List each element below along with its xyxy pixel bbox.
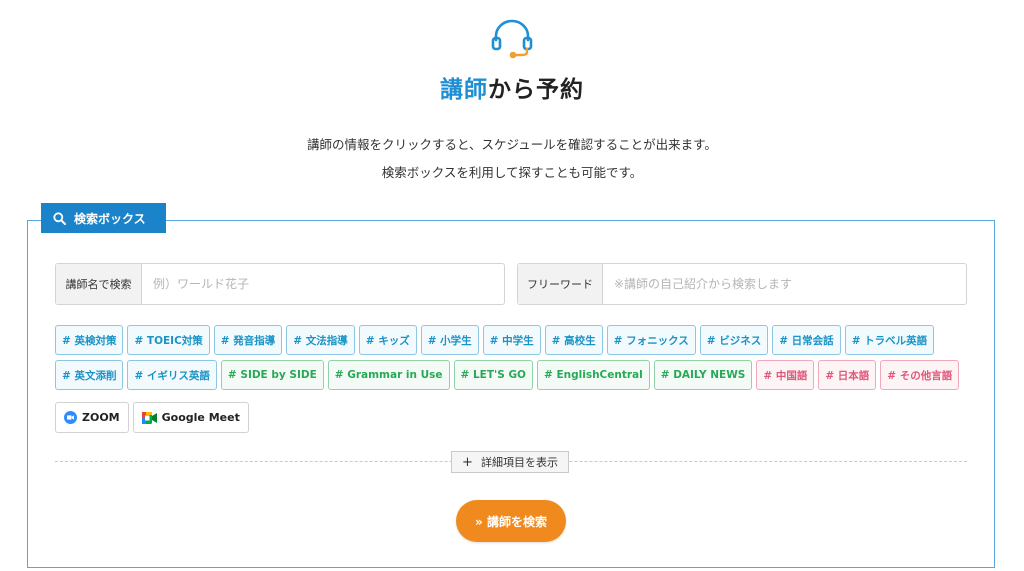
headset-icon — [490, 18, 534, 60]
search-icon — [53, 211, 66, 225]
zoom-button[interactable]: ZOOM — [55, 402, 129, 433]
google-meet-button[interactable]: Google Meet — [132, 402, 249, 433]
textbook-tag-button[interactable]: # DAILY NEWS — [653, 360, 753, 390]
page-title-accent: 講師 — [440, 77, 488, 103]
textbook-tag-button[interactable]: # LET'S GO — [453, 360, 533, 390]
textbook-tag-button[interactable]: # SIDE by SIDE — [220, 360, 324, 390]
search-teacher-button[interactable]: » 講師を検索 — [456, 500, 566, 542]
tag-button[interactable]: # 英検対策 — [55, 325, 124, 355]
teacher-name-label: 講師名で検索 — [56, 264, 142, 304]
tag-button[interactable]: # ビジネス — [699, 325, 769, 355]
teacher-name-input[interactable] — [142, 264, 504, 304]
description-line-2: 検索ボックスを利用して探すことも可能です。 — [381, 165, 643, 180]
page-title-rest: から予約 — [488, 77, 584, 103]
free-word-label: フリーワード — [518, 264, 603, 304]
google-meet-label: Google Meet — [161, 411, 240, 424]
teacher-name-field: 講師名で検索 — [55, 263, 505, 305]
textbook-tag-button[interactable]: # EnglishCentral — [537, 360, 650, 390]
tag-button[interactable]: # 発音指導 — [213, 325, 283, 355]
zoom-label: ZOOM — [82, 411, 120, 424]
tag-button[interactable]: # 中学生 — [482, 325, 541, 355]
textbook-tag-button[interactable]: # Grammar in Use — [327, 360, 450, 390]
tag-row-2: # 英文添削 # イギリス英語 # SIDE by SIDE # Grammar… — [55, 360, 960, 390]
tag-button[interactable]: # 小学生 — [420, 325, 479, 355]
search-box-label: 検索ボックス — [41, 203, 166, 233]
show-details-label: 詳細項目を表示 — [480, 456, 558, 469]
zoom-icon — [64, 411, 77, 424]
google-meet-icon — [141, 411, 157, 424]
tag-button[interactable]: # 文法指導 — [286, 325, 355, 355]
description-line-1: 講師の情報をクリックすると、スケジュールを確認することが出来ます。 — [307, 137, 717, 152]
tag-button[interactable]: # 高校生 — [544, 325, 603, 355]
page-title: 講師から予約 — [0, 70, 1024, 104]
tag-button[interactable]: # イギリス英語 — [127, 360, 217, 390]
free-word-field: フリーワード — [517, 263, 967, 305]
tag-button[interactable]: # トラベル英語 — [844, 325, 935, 355]
tag-button[interactable]: # フォニックス — [606, 325, 696, 355]
search-box-label-text: 検索ボックス — [74, 211, 146, 226]
plus-icon: + — [462, 454, 473, 470]
free-word-input[interactable] — [603, 264, 966, 304]
tag-row-1: # 英検対策 # TOEIC対策 # 発音指導 # 文法指導 # キッズ # 小… — [55, 325, 935, 355]
tag-button[interactable]: # 日常会話 — [772, 325, 841, 355]
tag-button[interactable]: # キッズ — [358, 325, 417, 355]
language-tag-button[interactable]: # 中国語 — [756, 360, 815, 390]
show-details-button[interactable]: + 詳細項目を表示 — [451, 451, 569, 473]
language-tag-button[interactable]: # 日本語 — [818, 360, 877, 390]
language-tag-button[interactable]: # その他言語 — [880, 360, 960, 390]
tool-row: ZOOM Google Meet — [55, 402, 249, 433]
tag-button[interactable]: # 英文添削 — [55, 360, 124, 390]
tag-button[interactable]: # TOEIC対策 — [127, 325, 210, 355]
